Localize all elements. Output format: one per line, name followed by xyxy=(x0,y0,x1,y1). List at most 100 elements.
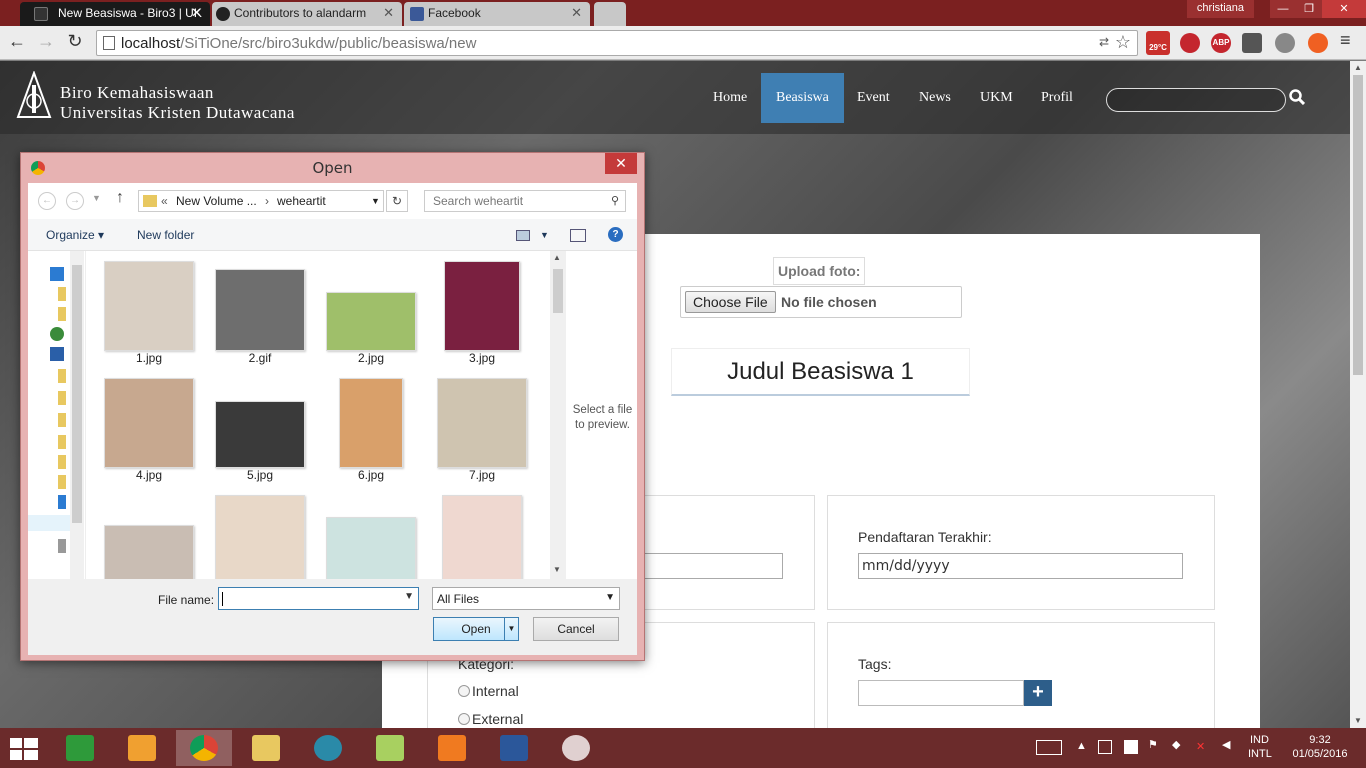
path-new-volume[interactable]: New Volume ... xyxy=(176,194,257,208)
power-extension-icon[interactable] xyxy=(1275,33,1295,53)
file-item[interactable]: 3.jpg xyxy=(427,261,537,365)
radio-circle[interactable] xyxy=(458,713,470,725)
nav-news[interactable]: News xyxy=(904,73,966,123)
new-folder-button[interactable]: New folder xyxy=(137,228,194,242)
file-item[interactable] xyxy=(316,517,426,579)
file-item[interactable]: 2.jpg xyxy=(316,292,426,365)
extension-orange-icon[interactable] xyxy=(1308,33,1328,53)
nav-ukm[interactable]: UKM xyxy=(965,73,1028,123)
weather-extension-icon[interactable]: 29°C xyxy=(1146,31,1170,55)
tags-input[interactable] xyxy=(858,680,1024,706)
nav-profil[interactable]: Profil xyxy=(1026,73,1088,123)
kategori-internal-radio[interactable]: Internal xyxy=(458,683,519,699)
file-item[interactable]: 1.jpg xyxy=(94,261,204,365)
add-tag-button[interactable]: + xyxy=(1024,680,1052,706)
dialog-search-input[interactable]: Search weheartit ⚲ xyxy=(424,190,626,212)
cancel-button[interactable]: Cancel xyxy=(533,617,619,641)
drive-icon[interactable] xyxy=(58,539,66,553)
up-folder-icon[interactable]: ↑ xyxy=(116,189,124,207)
file-name-dropdown-icon[interactable]: ▼ xyxy=(404,591,414,602)
taskbar-app-9[interactable] xyxy=(548,730,604,766)
choose-file-button[interactable]: Choose File xyxy=(685,291,776,313)
translate-icon[interactable]: ⇄ xyxy=(1099,35,1109,49)
minimize-button[interactable]: — xyxy=(1270,0,1296,18)
file-input[interactable]: Choose File No file chosen xyxy=(680,286,962,318)
path-dropdown-icon[interactable]: ▼ xyxy=(371,196,380,206)
view-dropdown-icon[interactable]: ▼ xyxy=(540,230,549,240)
pendaftaran-date-input[interactable]: mm/dd/yyyy xyxy=(858,553,1183,579)
keyboard-icon[interactable] xyxy=(1036,740,1062,755)
tab-close-icon[interactable]: ✕ xyxy=(383,5,394,21)
taskbar-media-app[interactable] xyxy=(114,730,170,766)
computer-icon[interactable] xyxy=(50,347,64,361)
radio-circle[interactable] xyxy=(458,685,470,697)
taskbar-app-6[interactable] xyxy=(362,730,418,766)
chrome-menu-icon[interactable]: ≡ xyxy=(1340,30,1351,51)
nav-folder-icon[interactable] xyxy=(58,413,66,427)
scrollbar-thumb[interactable] xyxy=(553,269,563,313)
extension-red-icon[interactable] xyxy=(1180,33,1200,53)
refresh-icon[interactable]: ↻ xyxy=(386,190,408,212)
bookmark-star-icon[interactable]: ☆ xyxy=(1115,32,1131,53)
tab-close-icon[interactable]: ✕ xyxy=(571,5,582,21)
nav-beasiswa[interactable]: Beasiswa xyxy=(761,73,844,123)
help-icon[interactable]: ? xyxy=(608,227,623,242)
file-item[interactable]: 6.jpg xyxy=(316,378,426,482)
forward-button[interactable]: → xyxy=(35,31,57,52)
tray-icon[interactable] xyxy=(1098,740,1112,754)
scroll-down-icon[interactable]: ▼ xyxy=(1350,716,1366,725)
scrollbar-thumb[interactable] xyxy=(72,265,82,523)
adblock-plus-icon[interactable]: ABP xyxy=(1211,33,1231,53)
nav-folder-icon[interactable] xyxy=(58,369,66,383)
tab-beasiswa[interactable]: New Beasiswa - Biro3 | UK ✕ xyxy=(20,2,210,26)
page-scrollbar[interactable]: ▲ ▼ xyxy=(1350,61,1366,728)
path-weheartit[interactable]: weheartit xyxy=(277,194,326,208)
address-bar[interactable]: localhost/SiTiOne/src/biro3ukdw/public/b… xyxy=(96,30,1138,56)
homegroup-icon[interactable] xyxy=(50,267,64,281)
nav-folder-icon[interactable] xyxy=(58,287,66,301)
back-button[interactable]: ← xyxy=(6,31,28,52)
reload-button[interactable]: ↻ xyxy=(64,31,86,52)
file-list-scrollbar[interactable]: ▲ ▼ xyxy=(550,251,566,579)
brand-line-1[interactable]: Biro Kemahasiswaan xyxy=(60,83,214,103)
organize-button[interactable]: Organize ▾ xyxy=(46,228,104,242)
dialog-back-icon[interactable]: ← xyxy=(38,192,56,210)
taskbar-app-5[interactable] xyxy=(300,730,356,766)
profile-name[interactable]: christiana xyxy=(1186,0,1254,18)
dialog-close-button[interactable]: ✕ xyxy=(605,153,637,174)
open-dropdown-icon[interactable]: ▼ xyxy=(504,618,518,640)
scroll-down-icon[interactable]: ▼ xyxy=(553,565,561,574)
file-item[interactable]: 7.jpg xyxy=(427,378,537,482)
scroll-up-icon[interactable]: ▲ xyxy=(553,253,561,262)
nav-folder-icon[interactable] xyxy=(58,475,66,489)
shield-extension-icon[interactable] xyxy=(1242,33,1262,53)
new-tab-button[interactable] xyxy=(594,2,626,26)
file-item[interactable] xyxy=(427,495,537,579)
taskbar-store-app[interactable] xyxy=(52,730,108,766)
windows-start-icon[interactable] xyxy=(8,736,40,762)
file-item[interactable]: 4.jpg xyxy=(94,378,204,482)
network-disconnected-icon[interactable]: ✕ xyxy=(1196,740,1205,753)
nav-pane-scrollbar[interactable] xyxy=(70,251,84,579)
scroll-up-icon[interactable]: ▲ xyxy=(1350,63,1366,72)
taskbar-explorer-app[interactable] xyxy=(238,730,294,766)
windows-icon[interactable] xyxy=(1124,740,1138,754)
taskbar-xampp-app[interactable] xyxy=(424,730,480,766)
view-options-icon[interactable] xyxy=(516,230,530,241)
tab-contributors[interactable]: Contributors to alandarm ✕ xyxy=(212,2,402,26)
site-search-input[interactable] xyxy=(1106,88,1286,112)
window-close-button[interactable]: ✕ xyxy=(1322,0,1366,18)
judul-beasiswa-input[interactable]: Judul Beasiswa 1 xyxy=(671,348,970,396)
dropbox-icon[interactable]: ◆ xyxy=(1172,738,1180,751)
nav-folder-icon[interactable] xyxy=(58,391,66,405)
nav-home[interactable]: Home xyxy=(698,73,762,123)
clock[interactable]: 9:32 01/05/2016 xyxy=(1290,734,1350,760)
file-type-select[interactable]: All Files ▼ xyxy=(432,587,620,610)
tab-facebook[interactable]: Facebook ✕ xyxy=(404,2,590,26)
scrollbar-thumb[interactable] xyxy=(1353,75,1363,375)
language-indicator[interactable]: IND INTL xyxy=(1248,734,1272,760)
recent-locations-icon[interactable]: ▼ xyxy=(92,193,101,203)
flag-icon[interactable]: ⚑ xyxy=(1148,738,1158,751)
kategori-external-radio[interactable]: External xyxy=(458,711,523,727)
tab-close-icon[interactable]: ✕ xyxy=(191,5,202,21)
